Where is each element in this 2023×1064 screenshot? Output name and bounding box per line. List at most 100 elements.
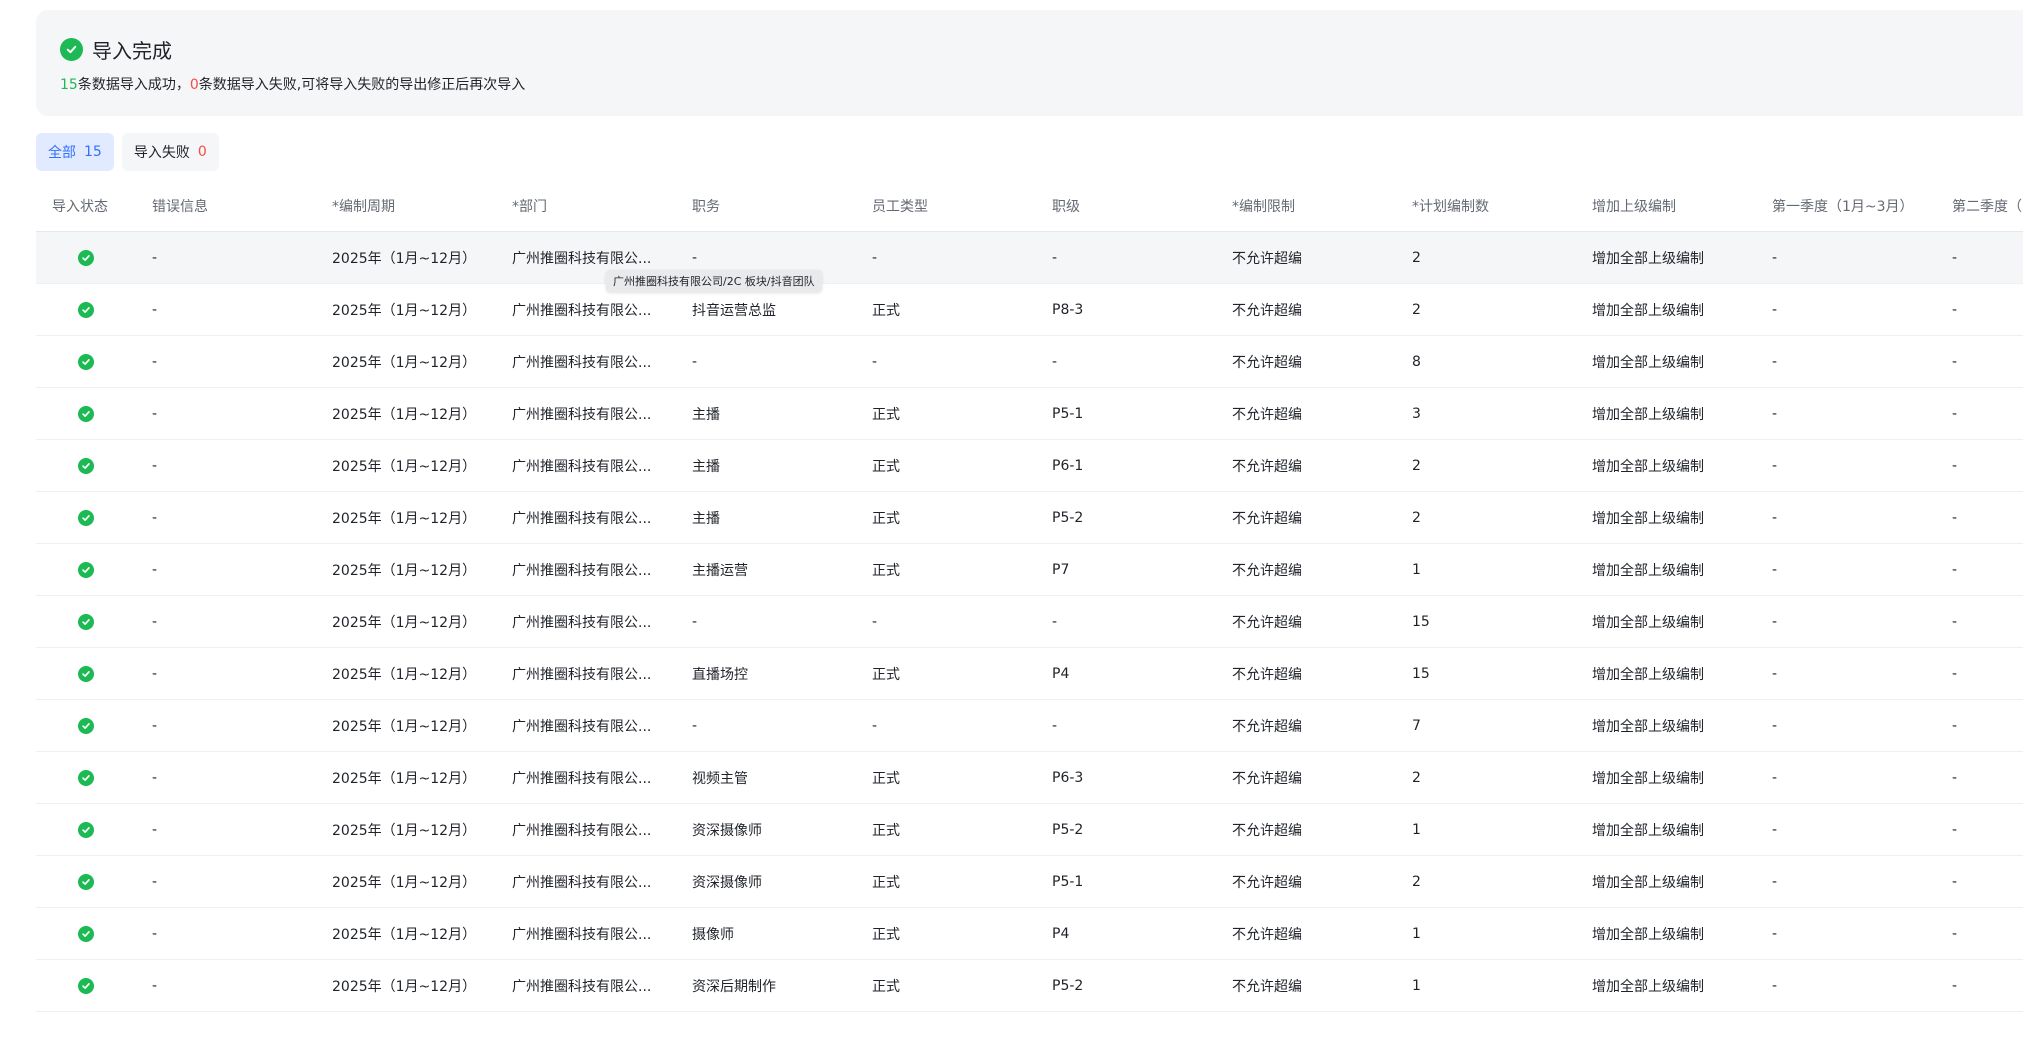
table-cell: - [1952,405,1958,422]
table-cell: 不允许超编 [1232,510,1302,527]
table-cell: 不允许超编 [1232,406,1302,423]
table-cell: 广州推圈科技有限公... [512,718,652,735]
table-row[interactable]: - 2025年（1月~12月） 广州推圈科技有限公... - - - 不允许超编 7 增加全部上… [36,700,2023,752]
column-header: *编制周期 [332,198,395,215]
table-cell: - [1052,613,1058,630]
table-cell: - [152,457,158,474]
table-cell: - [692,613,698,630]
table-cell: 2025年（1月~12月） [332,978,477,995]
table-cell: - [152,353,158,370]
table-cell: 增加全部上级编制 [1592,510,1704,527]
column-header: 第二季度（ [1952,198,2022,215]
table-body: - 2025年（1月~12月） 广州推圈科技有限公... - - - 不允许超编 2 增加全部上… [36,232,2023,1012]
table-row[interactable]: - 2025年（1月~12月） 广州推圈科技有限公... 主播 正式 P5-1 不允许超编 3… [36,388,2023,440]
tab-failed[interactable]: 导入失败 0 [121,133,219,171]
table-cell: - [1952,821,1958,838]
table-row[interactable]: - 2025年（1月~12月） 广州推圈科技有限公... 资深摄像师 正式 P5-1 不允许… [36,856,2023,908]
table-cell: 2 [1412,249,1421,266]
table-cell: P6-1 [1052,457,1084,474]
table-cell: 2025年（1月~12月） [332,822,477,839]
table-cell: 2025年（1月~12月） [332,614,477,631]
status-cell [36,405,136,422]
check-circle-icon [78,665,94,682]
table-cell: 正式 [872,302,900,319]
table-cell: 2 [1412,457,1421,474]
table-cell: - [872,717,878,734]
table-row[interactable]: - 2025年（1月~12月） 广州推圈科技有限公... 主播 正式 P5-2 不允许超编 2… [36,492,2023,544]
table-row[interactable]: - 2025年（1月~12月） 广州推圈科技有限公... - - - 不允许超编 15 增加全部… [36,596,2023,648]
column-header: 第一季度（1月~3月） [1772,198,1914,215]
table-cell: 不允许超编 [1232,874,1302,891]
table-cell: 广州推圈科技有限公... [512,406,652,423]
table-row[interactable]: - 2025年（1月~12月） 广州推圈科技有限公... 主播运营 正式 P7 不允许超编 1… [36,544,2023,596]
column-header: *编制限制 [1232,198,1295,215]
table-cell: 直播场控 [692,666,748,683]
table-row[interactable]: - 2025年（1月~12月） 广州推圈科技有限公... - - - 不允许超编 2 增加全部上… [36,232,2023,284]
check-circle-icon [78,301,94,318]
table-cell: 增加全部上级编制 [1592,926,1704,943]
table-cell: - [1772,249,1778,266]
column-header: 错误信息 [152,198,208,215]
import-result-page: 导入完成 15条数据导入成功，0条数据导入失败,可将导入失败的导出修正后再次导入… [0,0,2023,1064]
fail-count: 0 [189,77,199,93]
table-cell: - [1772,405,1778,422]
table-cell: 15 [1412,613,1430,630]
table-cell: 增加全部上级编制 [1592,822,1704,839]
table-row[interactable]: - 2025年（1月~12月） 广州推圈科技有限公... 资深后期制作 正式 P5-2 不允… [36,960,2023,1012]
table-row[interactable]: - 2025年（1月~12月） 广州推圈科技有限公... 视频主管 正式 P6-3 不允许超… [36,752,2023,804]
table-cell: - [872,353,878,370]
table-cell: 1 [1412,561,1421,578]
status-cell [36,249,136,266]
column-header: 增加上级编制 [1592,198,1676,215]
result-title-row: 导入完成 [60,34,172,64]
table-row[interactable]: - 2025年（1月~12月） 广州推圈科技有限公... 抖音运营总监 正式 P8-3 不允… [36,284,2023,336]
table-cell: - [1952,925,1958,942]
table-cell: 不允许超编 [1232,666,1302,683]
table-cell: - [1952,977,1958,994]
table-cell: 主播 [692,458,720,475]
table-row[interactable]: - 2025年（1月~12月） 广州推圈科技有限公... 资深摄像师 正式 P5-2 不允许… [36,804,2023,856]
filter-tabs: 全部 15 导入失败 0 [36,133,219,171]
check-circle-icon [78,977,94,994]
column-header: 导入状态 [52,198,108,215]
check-circle-icon [78,561,94,578]
table-cell: 广州推圈科技有限公... [512,302,652,319]
table-row[interactable]: - 2025年（1月~12月） 广州推圈科技有限公... 摄像师 正式 P4 不允许超编 1 增… [36,908,2023,960]
table-cell: P4 [1052,665,1070,682]
table-cell: - [1772,977,1778,994]
tab-all[interactable]: 全部 15 [36,133,114,171]
table-cell: 增加全部上级编制 [1592,562,1704,579]
table-cell: 资深摄像师 [692,822,762,839]
status-cell [36,665,136,682]
table-cell: - [1772,301,1778,318]
table-cell: 正式 [872,406,900,423]
table-cell: 增加全部上级编制 [1592,978,1704,995]
table-cell: 增加全部上级编制 [1592,458,1704,475]
table-cell: 广州推圈科技有限公... [512,562,652,579]
status-cell [36,509,136,526]
table-cell: P4 [1052,925,1070,942]
table-cell: - [1952,301,1958,318]
table-cell: 广州推圈科技有限公... [512,822,652,839]
table-cell: - [1952,353,1958,370]
table-cell: 2025年（1月~12月） [332,510,477,527]
check-circle-icon [78,613,94,630]
table-cell: 增加全部上级编制 [1592,874,1704,891]
table-cell: 主播运营 [692,562,748,579]
table-cell: - [152,405,158,422]
status-cell [36,613,136,630]
table-cell: 正式 [872,458,900,475]
status-cell [36,873,136,890]
table-cell: 增加全部上级编制 [1592,614,1704,631]
table-row[interactable]: - 2025年（1月~12月） 广州推圈科技有限公... - - - 不允许超编 8 增加全部上… [36,336,2023,388]
table-cell: 广州推圈科技有限公... [512,666,652,683]
department-tooltip: 广州推圈科技有限公司/2C 板块/抖音团队 [606,270,822,292]
table-cell: 不允许超编 [1232,562,1302,579]
table-cell: 摄像师 [692,926,734,943]
table-cell: P7 [1052,561,1070,578]
table-cell: - [152,665,158,682]
table-row[interactable]: - 2025年（1月~12月） 广州推圈科技有限公... 主播 正式 P6-1 不允许超编 2… [36,440,2023,492]
tab-all-label: 全部 [48,145,76,161]
table-cell: P6-3 [1052,769,1084,786]
table-row[interactable]: - 2025年（1月~12月） 广州推圈科技有限公... 直播场控 正式 P4 不允许超编 1… [36,648,2023,700]
